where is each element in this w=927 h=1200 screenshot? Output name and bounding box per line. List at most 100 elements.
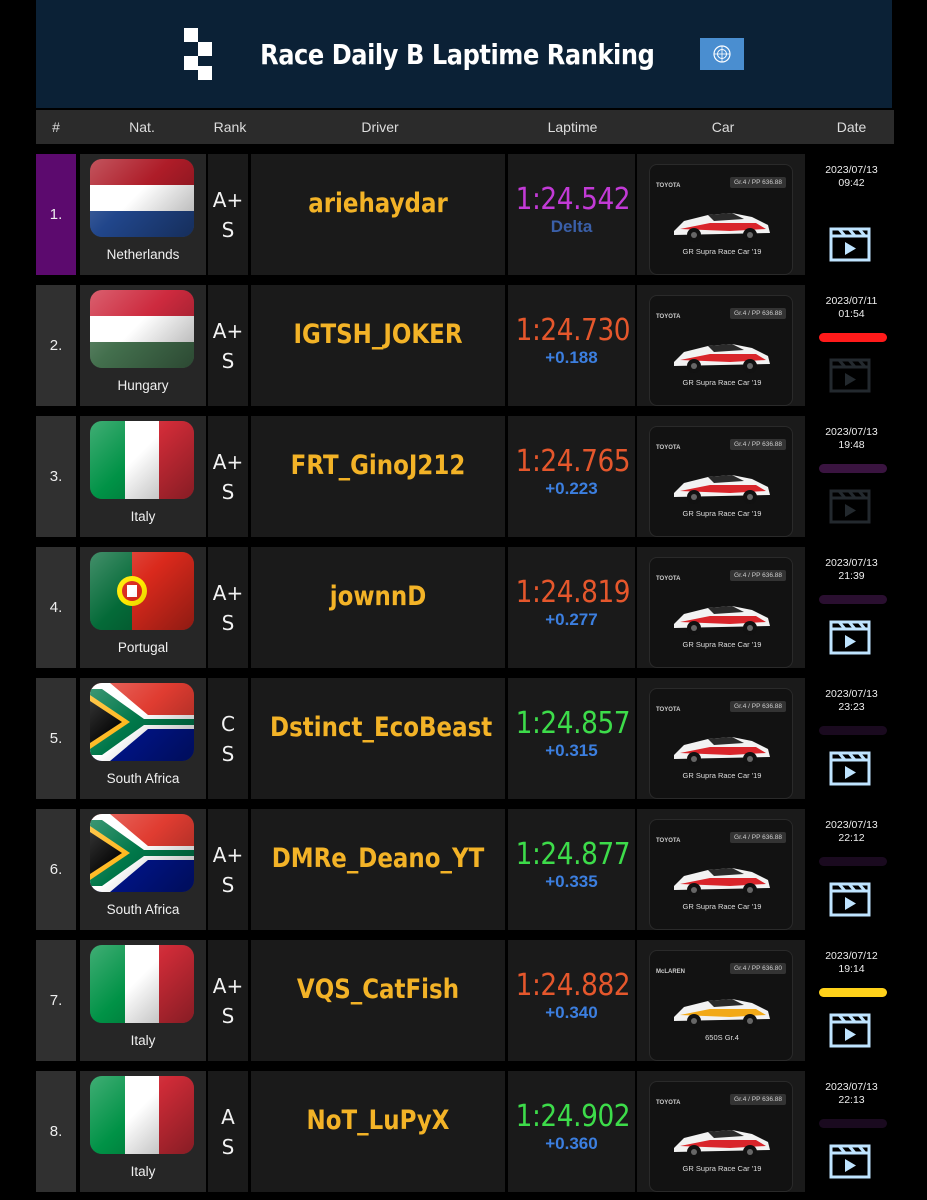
delta-value: +0.315 <box>545 741 598 760</box>
delta-value: +0.340 <box>545 1003 598 1022</box>
driver-cell[interactable]: DMRe_Deano_YT <box>251 809 505 930</box>
date-cell: 2023/07/13 09:42 <box>809 154 894 275</box>
table-row[interactable]: 6. South Africa A+ S DMRe_Deano_YT 1:24.… <box>36 809 894 930</box>
time-value: 23:23 <box>838 701 865 713</box>
table-row[interactable]: 7. Italy A+ S VQS_CatFish 1:24.882 +0.34… <box>36 940 894 1061</box>
nationality-cell: South Africa <box>80 678 206 799</box>
car-card[interactable]: TOYOTA Gr.4 / PP 636.88 GR Supra Race Ca… <box>649 164 793 275</box>
date-cell: 2023/07/13 19:48 <box>809 416 894 537</box>
rank-cell: C S <box>208 678 248 799</box>
status-bar <box>819 857 887 866</box>
car-card[interactable]: TOYOTA Gr.4 / PP 636.88 GR Supra Race Ca… <box>649 295 793 406</box>
laptime-value: 1:24.877 <box>515 837 631 872</box>
video-icon[interactable] <box>829 226 871 262</box>
driver-name[interactable]: DMRe_Deano_YT <box>270 843 486 874</box>
car-cell: TOYOTA Gr.4 / PP 636.88 GR Supra Race Ca… <box>637 285 805 406</box>
video-icon[interactable] <box>829 881 871 917</box>
driver-rating: A+ <box>212 449 244 474</box>
driver-cell[interactable]: NoT_LuPyX <box>251 1071 505 1192</box>
table-row[interactable]: 1. Netherlands A+ S ariehaydar 1:24.542 … <box>36 154 894 275</box>
date-label: 2023/07/11 01:54 <box>809 295 894 321</box>
car-image <box>670 463 774 507</box>
rank-cell: A+ S <box>208 940 248 1061</box>
car-name: GR Supra Race Car '19 <box>682 378 762 387</box>
car-card[interactable]: TOYOTA Gr.4 / PP 636.88 GR Supra Race Ca… <box>649 688 793 799</box>
driver-name[interactable]: NoT_LuPyX <box>270 1105 486 1136</box>
sportsmanship-rating: S <box>221 1003 235 1028</box>
driver-name[interactable]: Dstinct_EcoBeast <box>270 712 492 743</box>
video-icon[interactable] <box>829 619 871 655</box>
date-value: 2023/07/12 <box>825 950 878 962</box>
table-row[interactable]: 8. Italy A S NoT_LuPyX 1:24.902 +0.360 T… <box>36 1071 894 1192</box>
driver-name[interactable]: jownnD <box>270 581 486 612</box>
country-label: Hungary <box>117 378 169 393</box>
driver-cell[interactable]: ariehaydar <box>251 154 505 275</box>
country-label: Portugal <box>117 640 169 655</box>
country-label: South Africa <box>106 902 180 917</box>
driver-cell[interactable]: IGTSH_JOKER <box>251 285 505 406</box>
car-card[interactable]: TOYOTA Gr.4 / PP 636.88 GR Supra Race Ca… <box>649 426 793 537</box>
driver-rating: A <box>221 1104 235 1129</box>
date-cell: 2023/07/13 23:23 <box>809 678 894 799</box>
car-brand: TOYOTA <box>656 445 681 451</box>
driver-cell[interactable]: Dstinct_EcoBeast <box>251 678 505 799</box>
position-label: 3. <box>49 468 63 485</box>
driver-rating: A+ <box>212 842 244 867</box>
table-row[interactable]: 4. Portugal A+ S jownnD 1:24.819 +0.277 … <box>36 547 894 668</box>
date-label: 2023/07/13 23:23 <box>809 688 894 714</box>
video-icon[interactable] <box>829 1012 871 1048</box>
nationality-cell: South Africa <box>80 809 206 930</box>
driver-rating: A+ <box>212 580 244 605</box>
table-row[interactable]: 3. Italy A+ S FRT_GinoJ212 1:24.765 +0.2… <box>36 416 894 537</box>
driver-name[interactable]: VQS_CatFish <box>270 974 486 1005</box>
car-brand: TOYOTA <box>656 838 681 844</box>
status-bar <box>819 595 887 604</box>
country-label: South Africa <box>106 771 180 786</box>
nationality-cell: Italy <box>80 1071 206 1192</box>
car-class-pp: Gr.4 / PP 636.88 <box>730 832 786 843</box>
driver-cell[interactable]: VQS_CatFish <box>251 940 505 1061</box>
position-label: 4. <box>49 599 63 616</box>
driver-rating: C <box>221 711 235 736</box>
car-image <box>670 594 774 638</box>
table-row[interactable]: 5. South Africa C S Dstinct_EcoBeast 1:2… <box>36 678 894 799</box>
italy-flag-icon <box>90 945 194 1023</box>
car-brand: TOYOTA <box>656 707 681 713</box>
sportsmanship-rating: S <box>221 872 235 897</box>
un-flag-icon <box>700 38 745 70</box>
driver-name[interactable]: FRT_GinoJ212 <box>270 450 486 481</box>
date-label: 2023/07/13 09:42 <box>809 164 894 190</box>
driver-name[interactable]: ariehaydar <box>270 188 486 219</box>
driver-name[interactable]: IGTSH_JOKER <box>270 319 486 350</box>
country-label: Italy <box>130 1164 156 1179</box>
delta-value: +0.360 <box>545 1134 598 1153</box>
driver-rating: A+ <box>212 973 244 998</box>
hungary-flag-icon <box>90 290 194 368</box>
laptime-value: 1:24.857 <box>515 706 631 741</box>
driver-cell[interactable]: jownnD <box>251 547 505 668</box>
video-icon[interactable] <box>829 357 871 393</box>
header-rank: Rank <box>213 119 247 135</box>
sportsmanship-rating: S <box>221 479 235 504</box>
header-date: Date <box>836 119 867 135</box>
date-cell: 2023/07/13 22:12 <box>809 809 894 930</box>
car-card[interactable]: TOYOTA Gr.4 / PP 636.88 GR Supra Race Ca… <box>649 557 793 668</box>
car-cell: TOYOTA Gr.4 / PP 636.88 GR Supra Race Ca… <box>637 416 805 537</box>
video-icon[interactable] <box>829 750 871 786</box>
car-cell: TOYOTA Gr.4 / PP 636.88 GR Supra Race Ca… <box>637 809 805 930</box>
status-bar <box>819 1119 887 1128</box>
date-value: 2023/07/13 <box>825 426 878 438</box>
video-icon[interactable] <box>829 1143 871 1179</box>
video-icon[interactable] <box>829 488 871 524</box>
car-card[interactable]: TOYOTA Gr.4 / PP 636.88 GR Supra Race Ca… <box>649 1081 793 1192</box>
table-row[interactable]: 2. Hungary A+ S IGTSH_JOKER 1:24.730 +0.… <box>36 285 894 406</box>
nationality-cell: Netherlands <box>80 154 206 275</box>
date-value: 2023/07/13 <box>825 688 878 700</box>
rank-cell: A+ S <box>208 416 248 537</box>
driver-cell[interactable]: FRT_GinoJ212 <box>251 416 505 537</box>
date-value: 2023/07/13 <box>825 1081 878 1093</box>
car-card[interactable]: McLAREN Gr.4 / PP 636.80 650S Gr.4 <box>649 950 793 1061</box>
car-card[interactable]: TOYOTA Gr.4 / PP 636.88 GR Supra Race Ca… <box>649 819 793 930</box>
south-africa-flag-icon <box>90 683 194 761</box>
position-cell: 3. <box>36 416 76 537</box>
